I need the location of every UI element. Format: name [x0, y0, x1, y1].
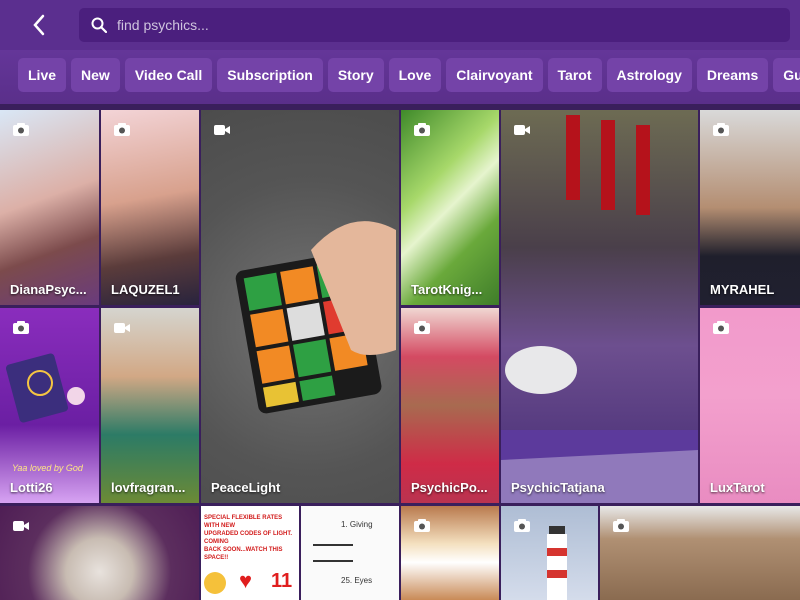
photo-camera-icon: [713, 321, 729, 334]
psychic-tile[interactable]: PsychicPo...: [401, 308, 499, 503]
filter-tarot[interactable]: Tarot: [547, 58, 602, 92]
photo-camera-icon: [713, 123, 729, 136]
chevron-left-icon: [33, 14, 45, 36]
psychic-name: PsychicPo...: [411, 480, 488, 495]
search-bar[interactable]: [79, 8, 790, 42]
psychic-name: MYRAHEL: [710, 282, 775, 297]
psychic-tile[interactable]: DianaPsyc...: [0, 110, 99, 305]
psychic-tile[interactable]: Yaa loved by God Lotti26: [0, 308, 99, 503]
video-camera-icon: [114, 323, 130, 333]
filter-love[interactable]: Love: [388, 58, 442, 92]
filter-video-call[interactable]: Video Call: [124, 58, 213, 92]
psychic-name: lovfragran...: [111, 480, 186, 495]
tile-caption: Yaa loved by God: [12, 463, 83, 473]
filter-astrology[interactable]: Astrology: [606, 58, 692, 92]
psychic-tile[interactable]: [0, 506, 199, 600]
psychic-name: LAQUZEL1: [111, 282, 180, 297]
divider-line: [313, 560, 353, 562]
psychic-name: LuxTarot: [710, 480, 765, 495]
tile-text: 1. Giving: [341, 520, 373, 529]
filter-story[interactable]: Story: [327, 58, 384, 92]
photo-camera-icon: [613, 519, 629, 532]
psychic-tile[interactable]: LuxTarot: [700, 308, 800, 503]
psychic-tile[interactable]: TarotKnig...: [401, 110, 499, 305]
altar-image: [501, 115, 698, 503]
search-icon: [91, 17, 107, 33]
psychic-tile[interactable]: LAQUZEL1: [101, 110, 199, 305]
photo-camera-icon: [13, 123, 29, 136]
psychic-name: TarotKnig...: [411, 282, 483, 297]
psychic-grid: DianaPsyc... LAQUZEL1 PeaceLight TarotKn…: [0, 110, 800, 600]
photo-camera-icon: [414, 321, 430, 334]
psychic-tile[interactable]: PsychicTatjana: [501, 110, 698, 503]
tarot-card-image: [5, 353, 85, 423]
video-camera-icon: [13, 521, 29, 531]
psychic-name: DianaPsyc...: [10, 282, 87, 297]
psychic-name: PsychicTatjana: [511, 480, 605, 495]
filter-live[interactable]: Live: [18, 58, 67, 92]
filter-subscription[interactable]: Subscription: [217, 58, 323, 92]
heart-icon: ♥: [239, 568, 253, 593]
psychic-name: PeaceLight: [211, 480, 281, 495]
filter-guides[interactable]: Guides: [773, 58, 800, 92]
tile-text: SPECIAL FLEXIBLE RATES WITH NEW UPGRADED…: [204, 515, 293, 561]
back-button[interactable]: [24, 10, 54, 40]
psychic-tile[interactable]: PeaceLight: [201, 110, 399, 503]
photo-camera-icon: [114, 123, 130, 136]
psychic-tile[interactable]: [501, 506, 598, 600]
photo-camera-icon: [414, 519, 430, 532]
psychic-tile[interactable]: 1. Giving 25. Eyes: [301, 506, 399, 600]
psychic-name: Lotti26: [10, 480, 53, 495]
divider-line: [313, 544, 353, 546]
psychic-tile[interactable]: [401, 506, 499, 600]
photo-camera-icon: [414, 123, 430, 136]
filter-clairvoyant[interactable]: Clairvoyant: [446, 58, 543, 92]
psychic-tile[interactable]: lovfragran...: [101, 308, 199, 503]
smiley-icon: [204, 572, 226, 594]
category-filter-bar: Live New Video Call Subscription Story L…: [0, 50, 800, 104]
psychic-tile[interactable]: SPECIAL FLEXIBLE RATES WITH NEW UPGRADED…: [201, 506, 299, 600]
lighthouse-image: [547, 526, 567, 600]
filter-dreams[interactable]: Dreams: [696, 58, 769, 92]
tile-text: 25. Eyes: [341, 576, 373, 585]
psychic-tile[interactable]: [600, 506, 800, 600]
filter-new[interactable]: New: [71, 58, 120, 92]
psychic-tile[interactable]: MYRAHEL: [700, 110, 800, 305]
rubiks-cube-image: [235, 221, 396, 414]
search-input[interactable]: [117, 17, 757, 33]
tile-number: 11: [271, 570, 293, 592]
top-bar: [0, 0, 800, 50]
